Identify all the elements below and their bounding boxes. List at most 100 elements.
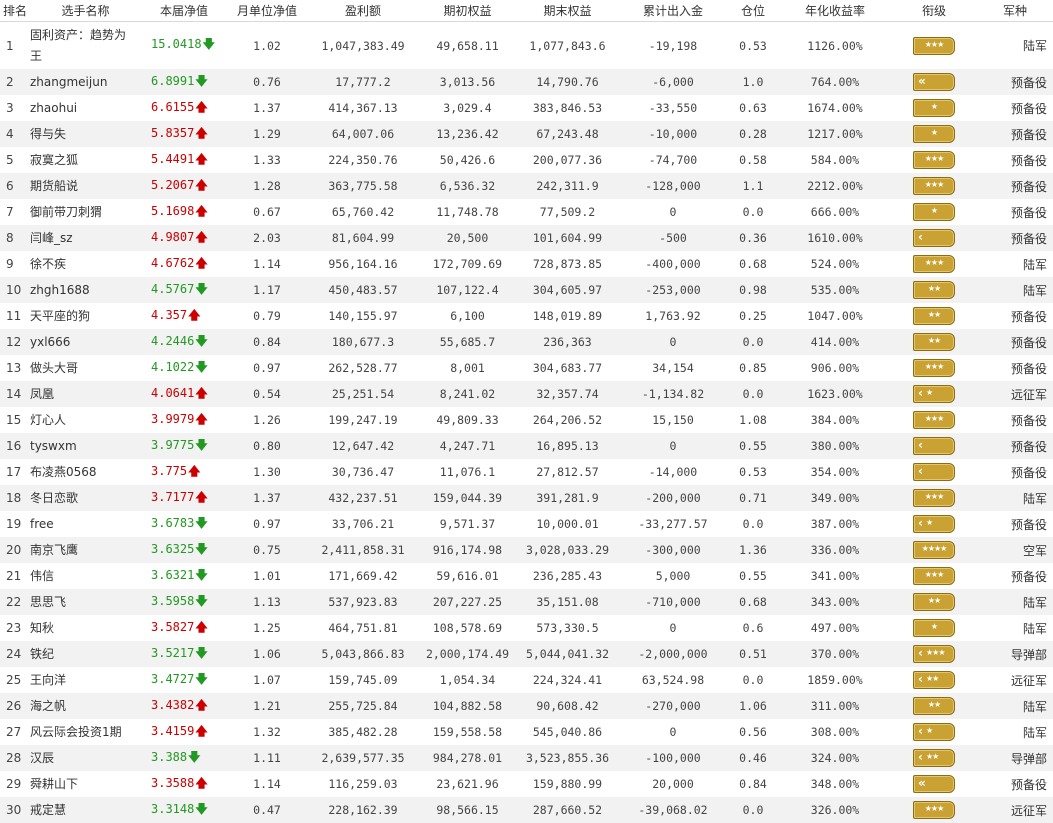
player-name-link[interactable]: 寂寞之狐 — [30, 150, 141, 171]
net-value-cell: 5.2067🡅 — [141, 173, 227, 199]
player-name-link[interactable]: 期货船说 — [30, 176, 141, 197]
net-value-cell: 3.9775🡇 — [141, 433, 227, 459]
player-name-link[interactable]: 戒定慧 — [30, 800, 141, 821]
rank-cell: 4 — [0, 121, 30, 147]
col-nav-header[interactable]: 本届净值 — [141, 0, 227, 22]
col-monthly-header[interactable]: 月单位净值 — [227, 0, 307, 22]
start-equity-cell: 98,566.15 — [419, 797, 516, 823]
col-rank-header[interactable]: 排名 — [0, 0, 30, 22]
end-equity-cell: 159,880.99 — [516, 771, 619, 797]
col-profit-header[interactable]: 盈利额 — [307, 0, 419, 22]
star-icon: ★★ — [914, 336, 954, 346]
player-name-cell: 舜耕山下 — [30, 771, 141, 797]
player-name-link[interactable]: 汉辰 — [30, 748, 141, 769]
player-name-link[interactable]: 风云际会投资1期 — [30, 722, 141, 743]
monthly-net-value-cell: 0.97 — [227, 511, 307, 537]
annual-return-cell: 1859.00% — [779, 667, 891, 693]
player-name-link[interactable]: zhgh1688 — [30, 280, 141, 301]
rank-badge-cell: ★★ — [891, 303, 977, 329]
player-name-link[interactable]: 御前带刀刺猬 — [30, 202, 141, 223]
arrow-up-icon: 🡅 — [195, 724, 207, 738]
player-name-link[interactable]: yxl666 — [30, 332, 141, 353]
net-value: 3.9775 — [151, 438, 194, 452]
player-name-link[interactable]: zhaohui — [30, 98, 141, 119]
player-name-link[interactable]: 天平座的狗 — [30, 306, 141, 327]
army-branch-cell: 预备役 — [977, 511, 1053, 537]
army-branch-cell: 预备役 — [977, 199, 1053, 225]
player-name-link[interactable]: 南京飞鹰 — [30, 540, 141, 561]
army-branch-cell: 预备役 — [977, 225, 1053, 251]
player-name-link[interactable]: 海之帆 — [30, 696, 141, 717]
rank-badge-cell: « — [891, 69, 977, 95]
start-equity-cell: 108,578.69 — [419, 615, 516, 641]
position-cell: 0.84 — [727, 771, 779, 797]
star-icon: ★★★ — [914, 154, 954, 164]
player-name-link[interactable]: 铁纪 — [30, 644, 141, 665]
col-end-equity-header[interactable]: 期末权益 — [516, 0, 619, 22]
player-name-cell: 固利资产：趋势为王 — [30, 22, 141, 70]
profit-cell: 65,760.42 — [307, 199, 419, 225]
rank-badge-icon: ‹★ — [913, 515, 955, 533]
net-value: 3.5217 — [151, 646, 194, 660]
player-name-link[interactable]: 得与失 — [30, 124, 141, 145]
player-name-link[interactable]: 布凌燕0568 — [30, 462, 141, 483]
end-equity-cell: 573,330.5 — [516, 615, 619, 641]
col-name-header[interactable]: 选手名称 — [30, 0, 141, 22]
player-name-link[interactable]: tyswxm — [30, 436, 141, 457]
end-equity-cell: 287,660.52 — [516, 797, 619, 823]
monthly-net-value-cell: 0.97 — [227, 355, 307, 381]
table-row: 10zhgh16884.5767🡇1.17450,483.57107,122.4… — [0, 277, 1053, 303]
table-row: 5寂寞之狐5.4491🡅1.33224,350.7650,426.6200,07… — [0, 147, 1053, 173]
rank-badge-cell: ‹ — [891, 459, 977, 485]
rank-badge-cell: ‹★ — [891, 719, 977, 745]
annual-return-cell: 1047.00% — [779, 303, 891, 329]
arrow-down-icon: 🡇 — [195, 568, 207, 582]
player-name-link[interactable]: 徐不疾 — [30, 254, 141, 275]
rank-badge-cell: ★★★ — [891, 407, 977, 433]
rank-cell: 6 — [0, 173, 30, 199]
start-equity-cell: 23,621.96 — [419, 771, 516, 797]
player-name-link[interactable]: 王向洋 — [30, 670, 141, 691]
player-name-link[interactable]: 伟信 — [30, 566, 141, 587]
net-value: 3.388 — [151, 750, 187, 764]
table-row: 11天平座的狗4.357🡅0.79140,155.976,100148,019.… — [0, 303, 1053, 329]
profit-cell: 140,155.97 — [307, 303, 419, 329]
star-icon: ★★★ — [914, 40, 954, 50]
chevron-icon: ‹ — [918, 750, 923, 765]
net-value: 5.8357 — [151, 126, 194, 140]
col-army-header[interactable]: 军种 — [977, 0, 1053, 22]
col-position-header[interactable]: 仓位 — [727, 0, 779, 22]
player-name-link[interactable]: zhangmeijun — [30, 72, 141, 93]
end-equity-cell: 545,040.86 — [516, 719, 619, 745]
end-equity-cell: 728,873.85 — [516, 251, 619, 277]
col-cash-flow-header[interactable]: 累计出入金 — [619, 0, 727, 22]
player-name-link[interactable]: free — [30, 514, 141, 535]
player-name-link[interactable]: 固利资产：趋势为王 — [30, 25, 141, 67]
player-name-link[interactable]: 知秋 — [30, 618, 141, 639]
col-annual-header[interactable]: 年化收益率 — [779, 0, 891, 22]
player-name-cell: 凤凰 — [30, 381, 141, 407]
col-start-equity-header[interactable]: 期初权益 — [419, 0, 516, 22]
start-equity-cell: 2,000,174.49 — [419, 641, 516, 667]
rank-badge-cell: ★★ — [891, 277, 977, 303]
player-name-link[interactable]: 凤凰 — [30, 384, 141, 405]
player-name-link[interactable]: 灯心人 — [30, 410, 141, 431]
table-row: 12yxl6664.2446🡇0.84180,677.355,685.7236,… — [0, 329, 1053, 355]
position-cell: 0.51 — [727, 641, 779, 667]
col-rank-badge-header[interactable]: 衔级 — [891, 0, 977, 22]
net-value-cell: 3.4727🡇 — [141, 667, 227, 693]
rank-badge-cell: ★★★★ — [891, 537, 977, 563]
net-value: 4.357 — [151, 308, 187, 322]
player-name-link[interactable]: 思思飞 — [30, 592, 141, 613]
end-equity-cell: 236,285.43 — [516, 563, 619, 589]
star-icon: ★★★ — [914, 362, 954, 372]
annual-return-cell: 349.00% — [779, 485, 891, 511]
rank-badge-cell: ‹★ — [891, 511, 977, 537]
player-name-link[interactable]: 做头大哥 — [30, 358, 141, 379]
end-equity-cell: 236,363 — [516, 329, 619, 355]
arrow-down-icon: 🡇 — [195, 672, 207, 686]
rank-badge-icon: ★★ — [913, 281, 955, 299]
player-name-link[interactable]: 闫峰_sz — [30, 228, 141, 249]
player-name-link[interactable]: 舜耕山下 — [30, 774, 141, 795]
player-name-link[interactable]: 冬日恋歌 — [30, 488, 141, 509]
